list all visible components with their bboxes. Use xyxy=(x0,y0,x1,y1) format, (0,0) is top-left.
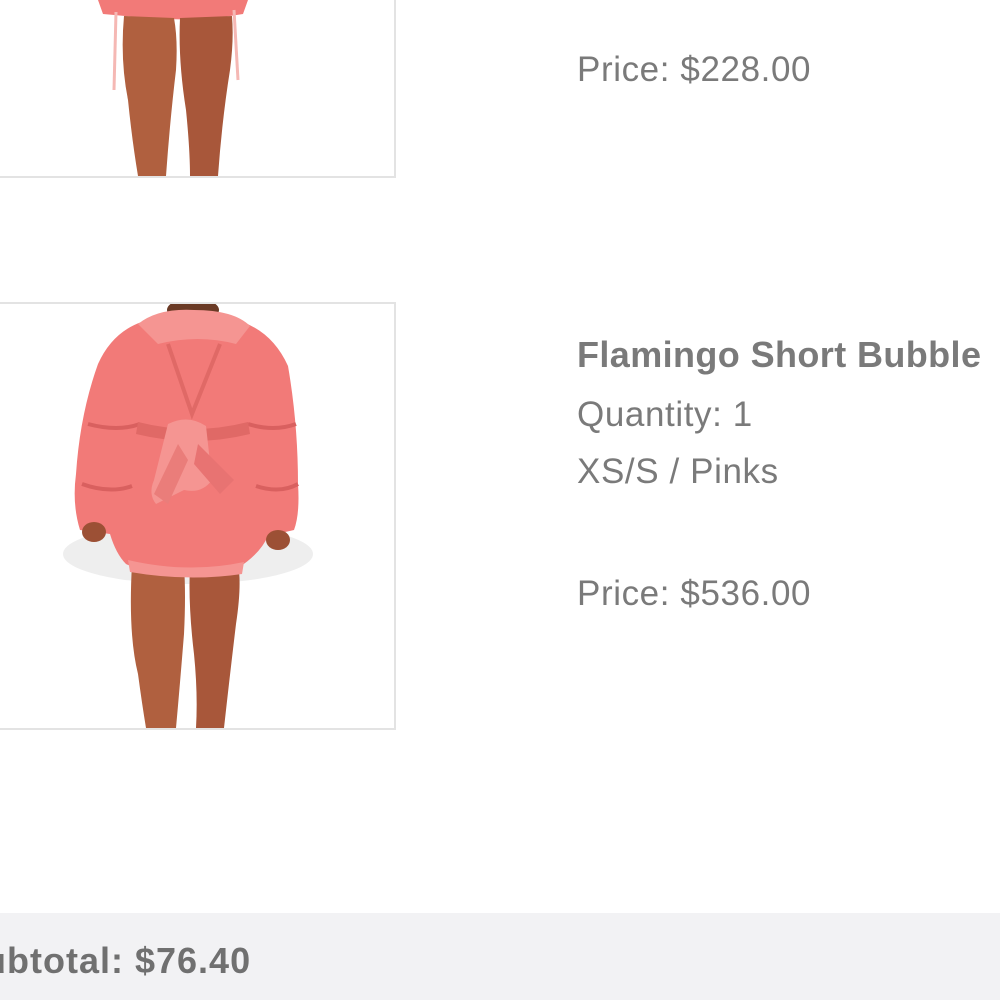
product-image-2[interactable] xyxy=(0,302,396,730)
subtotal-value: $76.40 xyxy=(134,940,252,981)
product-image-1[interactable] xyxy=(0,0,396,178)
item-2-quantity: Quantity: 1 xyxy=(577,395,753,434)
pink-puffer-jacket-photo-icon xyxy=(63,304,313,728)
item-2-price-value: $536.00 xyxy=(680,574,812,613)
subtotal: ubtotal: $76.40 xyxy=(0,940,251,982)
subtotal-label: ubtotal: xyxy=(0,940,124,981)
item-1-price-value: $228.00 xyxy=(680,50,812,89)
item-2-price-label: Price: xyxy=(577,574,671,613)
item-1-price-label: Price: xyxy=(577,50,671,89)
cart-page: Price: $228.00 Flamingo Short Bubble Qua… xyxy=(0,0,1000,1000)
item-2-variant: XS/S / Pinks xyxy=(577,452,779,491)
item-1-price: Price: $228.00 xyxy=(577,50,811,90)
item-2-name[interactable]: Flamingo Short Bubble xyxy=(577,334,981,376)
item-2-price: Price: $536.00 xyxy=(577,574,811,614)
pink-puffer-jacket-photo-icon xyxy=(98,0,248,176)
